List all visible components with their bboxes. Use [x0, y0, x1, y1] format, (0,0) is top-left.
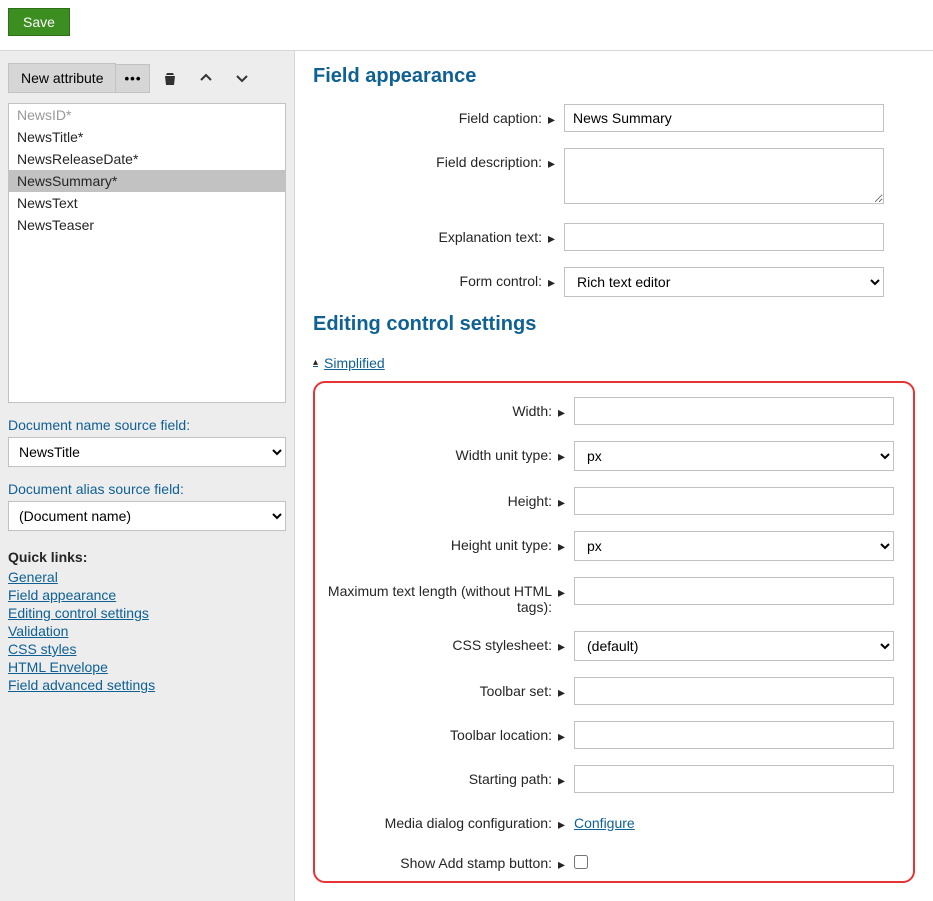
height-label: Height:: [323, 487, 558, 509]
more-actions-button[interactable]: •••: [116, 64, 150, 93]
field-list-item[interactable]: NewsText: [9, 192, 285, 214]
caret-right-icon: ▸: [558, 487, 570, 511]
starting-path-label: Starting path:: [323, 765, 558, 787]
doc-name-source-select[interactable]: NewsTitle: [8, 437, 286, 467]
field-caption-label: Field caption:: [313, 104, 548, 126]
doc-alias-source-label: Document alias source field:: [8, 481, 286, 497]
max-text-length-label: Maximum text length (without HTML tags):: [323, 577, 558, 615]
caret-right-icon: ▸: [558, 765, 570, 789]
main-panel: Field appearance Field caption: ▸ Field …: [295, 51, 933, 901]
toolbar-location-label: Toolbar location:: [323, 721, 558, 743]
width-input[interactable]: [574, 397, 894, 425]
caret-right-icon: ▸: [548, 223, 560, 247]
caret-right-icon: ▸: [548, 148, 560, 172]
width-unit-select[interactable]: px: [574, 441, 894, 471]
field-caption-input[interactable]: [564, 104, 884, 132]
field-list-item[interactable]: NewsTeaser: [9, 214, 285, 236]
caret-right-icon: ▸: [558, 397, 570, 421]
section-field-appearance-title: Field appearance: [313, 65, 915, 88]
caret-right-icon: ▸: [558, 577, 570, 601]
quick-link[interactable]: Validation: [8, 623, 286, 639]
toolbar-set-label: Toolbar set:: [323, 677, 558, 699]
explanation-text-input[interactable]: [564, 223, 884, 251]
caret-right-icon: ▸: [558, 677, 570, 701]
field-description-label: Field description:: [313, 148, 548, 170]
field-list-item[interactable]: NewsTitle*: [9, 126, 285, 148]
toolbar-location-input[interactable]: [574, 721, 894, 749]
height-unit-select[interactable]: px: [574, 531, 894, 561]
field-list[interactable]: NewsID*NewsTitle*NewsReleaseDate*NewsSum…: [8, 103, 286, 403]
form-control-select[interactable]: Rich text editor: [564, 267, 884, 297]
caret-right-icon: ▸: [558, 849, 570, 873]
field-description-textarea[interactable]: [564, 148, 884, 204]
quick-link[interactable]: CSS styles: [8, 641, 286, 657]
max-text-length-input[interactable]: [574, 577, 894, 605]
doc-alias-source-select[interactable]: (Document name): [8, 501, 286, 531]
height-input[interactable]: [574, 487, 894, 515]
form-control-label: Form control:: [313, 267, 548, 289]
field-list-item[interactable]: NewsID*: [9, 104, 285, 126]
chevron-down-icon: [234, 70, 250, 86]
caret-right-icon: ▸: [548, 267, 560, 291]
caret-right-icon: ▸: [558, 441, 570, 465]
delete-button[interactable]: [154, 64, 186, 92]
field-list-item[interactable]: NewsSummary*: [9, 170, 285, 192]
quick-link[interactable]: Editing control settings: [8, 605, 286, 621]
editing-settings-box: Width: ▸ Width unit type: ▸ px Height: ▸…: [313, 381, 915, 883]
toolbar-set-input[interactable]: [574, 677, 894, 705]
trash-icon: [162, 70, 178, 86]
save-button[interactable]: Save: [8, 8, 70, 36]
height-unit-label: Height unit type:: [323, 531, 558, 553]
quick-link[interactable]: Field appearance: [8, 587, 286, 603]
caret-right-icon: ▸: [558, 531, 570, 555]
move-down-button[interactable]: [226, 64, 258, 92]
move-up-button[interactable]: [190, 64, 222, 92]
caret-right-icon: ▸: [558, 721, 570, 745]
caret-right-icon: ▸: [548, 104, 560, 128]
caret-right-icon: ▸: [558, 809, 570, 833]
quick-link[interactable]: Field advanced settings: [8, 677, 286, 693]
chevron-up-icon: [198, 70, 214, 86]
quick-link[interactable]: General: [8, 569, 286, 585]
explanation-text-label: Explanation text:: [313, 223, 548, 245]
width-label: Width:: [323, 397, 558, 419]
quick-link[interactable]: HTML Envelope: [8, 659, 286, 675]
sidebar: New attribute ••• NewsID*NewsTitle*NewsR…: [0, 51, 295, 901]
quick-links: General Field appearance Editing control s…: [8, 569, 286, 693]
quick-links-heading: Quick links:: [8, 549, 286, 565]
simplified-toggle[interactable]: Simplified: [313, 355, 385, 371]
css-stylesheet-select[interactable]: (default): [574, 631, 894, 661]
section-editing-control-title: Editing control settings: [313, 313, 915, 336]
css-stylesheet-label: CSS stylesheet:: [323, 631, 558, 653]
new-attribute-button[interactable]: New attribute: [8, 63, 116, 93]
doc-name-source-label: Document name source field:: [8, 417, 286, 433]
media-dialog-label: Media dialog configuration:: [323, 809, 558, 831]
width-unit-label: Width unit type:: [323, 441, 558, 463]
starting-path-input[interactable]: [574, 765, 894, 793]
configure-link[interactable]: Configure: [574, 815, 635, 831]
show-stamp-label: Show Add stamp button:: [323, 849, 558, 871]
caret-right-icon: ▸: [558, 631, 570, 655]
field-list-item[interactable]: NewsReleaseDate*: [9, 148, 285, 170]
